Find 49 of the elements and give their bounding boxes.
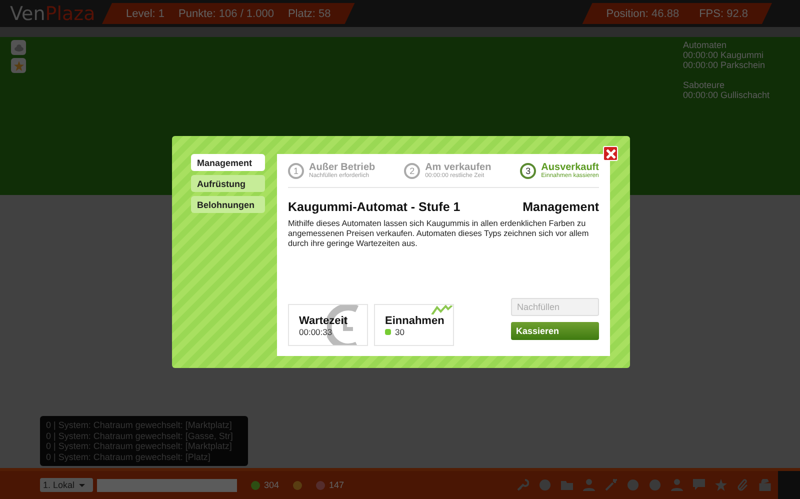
- chat-input[interactable]: [97, 478, 237, 492]
- person-icon[interactable]: [583, 479, 595, 491]
- timer-text: 00:00:00 Parkschein: [683, 60, 766, 70]
- star-icon[interactable]: [11, 58, 26, 73]
- step-number: 2: [404, 162, 420, 178]
- corner-panel: [778, 471, 800, 499]
- card-value: 00:00:33: [299, 327, 334, 337]
- card-value: 30: [395, 327, 404, 337]
- step-title: Am verkaufen: [425, 162, 492, 173]
- timer-text: 00:00:00 Kaugummi: [683, 50, 765, 60]
- ticket-icon: [316, 480, 326, 490]
- action-button[interactable]: Kassieren: [511, 322, 599, 340]
- chat-icon[interactable]: [693, 479, 705, 491]
- step-number: 1: [288, 162, 304, 178]
- stat-text: Punkte: 106 / 1.000: [178, 8, 274, 20]
- people-icon[interactable]: [671, 479, 683, 491]
- coin-count: 304: [264, 480, 280, 490]
- ticket-count: 147: [329, 480, 344, 490]
- step-title: Ausverkauft: [541, 162, 599, 173]
- stat-text: Position: 46.88: [606, 8, 680, 20]
- info-heading: Saboteure: [683, 80, 726, 90]
- coin-icon: [251, 480, 260, 490]
- lock-icon[interactable]: [759, 479, 771, 491]
- info-heading: Automaten: [683, 40, 728, 50]
- card-title: Einnahmen: [385, 315, 446, 327]
- stat-text: FPS: 92.8: [699, 8, 748, 20]
- step-number: 3: [520, 162, 536, 178]
- tab[interactable]: Belohnungen: [191, 196, 265, 213]
- tab[interactable]: Aufrüstung: [191, 175, 265, 192]
- star-icon[interactable]: [715, 479, 727, 491]
- step-title: Außer Betrieb: [309, 162, 376, 173]
- folder-icon[interactable]: [561, 479, 573, 491]
- stat-text: Platz: 58: [288, 8, 331, 20]
- caret-icon: [78, 484, 85, 490]
- paperclip-icon[interactable]: [737, 479, 749, 491]
- timer-text: 00:00:00 Gullischacht: [683, 90, 770, 100]
- key-icon[interactable]: [517, 479, 529, 491]
- dialog-title: Kaugummi-Automat - Stufe 1: [288, 200, 460, 214]
- card-title: Wartezeit: [299, 315, 348, 327]
- description-text: Mithilfe dieses Automaten lassen sich Kaugummis in allen erdenklichen Farben zu angemessenen Preisen verkaufen. Automaten dieses Typs zeichnen sich vor allem durch ihre geringe Wartezeiten aus.: [288, 219, 590, 249]
- stat-text: Level: 1: [126, 8, 165, 20]
- coin-icon: [385, 329, 391, 335]
- section-title: Management: [522, 200, 599, 214]
- wand-icon[interactable]: [605, 479, 617, 491]
- trend-icon: [431, 305, 453, 315]
- close-button[interactable]: [603, 146, 618, 161]
- shell-icon: [293, 480, 302, 490]
- cloud-icon[interactable]: [11, 40, 26, 55]
- tab[interactable]: Management: [191, 154, 265, 171]
